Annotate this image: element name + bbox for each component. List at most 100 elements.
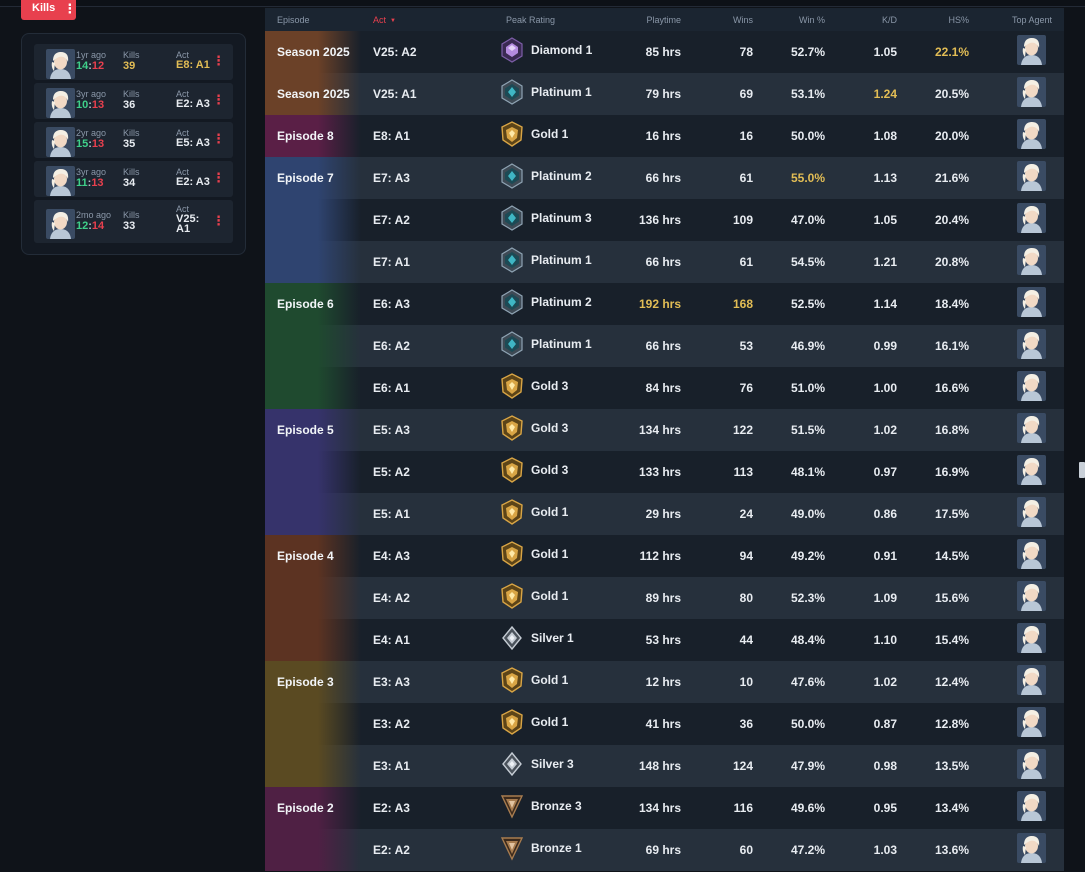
page-scrollbar-thumb[interactable] (1079, 462, 1085, 478)
table-row[interactable]: Season 2025 V25: A2 Diamond 1 85 hrs 78 52.7%… (265, 31, 1064, 73)
header-wins[interactable]: Wins (693, 8, 765, 31)
kills-filter-button[interactable]: Kills ⋮ (21, 0, 76, 20)
agent-portrait-icon[interactable] (1017, 413, 1046, 443)
recent-match-row[interactable]: 1yr ago 14:12 Kills 39 Act E8: A1 ⋮ (34, 44, 233, 80)
table-row[interactable]: E4: A1 Silver 1 53 hrs 44 48.4% 1.10 15.4% (265, 619, 1064, 661)
act-cell: E6: A3 (361, 283, 494, 325)
table-row[interactable]: E5: A2 Gold 3 133 hrs 113 48.1% 0.97 16.9% (265, 451, 1064, 493)
agent-portrait-icon[interactable] (1017, 371, 1046, 401)
top-agent-cell (981, 619, 1064, 661)
agent-portrait-icon[interactable] (1017, 203, 1046, 233)
agent-portrait-icon[interactable] (1017, 749, 1046, 779)
rank-badge-icon (500, 373, 524, 399)
kd-cell: 1.03 (837, 829, 909, 871)
agent-portrait-icon[interactable] (1017, 329, 1046, 359)
kebab-menu-icon[interactable]: ⋮ (212, 93, 225, 106)
header-win-pct[interactable]: Win % (765, 8, 837, 31)
header-peak-rating[interactable]: Peak Rating (494, 8, 606, 31)
agent-portrait-icon[interactable] (1017, 581, 1046, 611)
top-agent-cell (981, 157, 1064, 199)
table-row[interactable]: E2: A2 Bronze 1 69 hrs 60 47.2% 1.03 13.6% (265, 829, 1064, 871)
table-row[interactable]: E3: A2 Gold 1 41 hrs 36 50.0% 0.87 12.8% (265, 703, 1064, 745)
rank-name: Gold 3 (531, 463, 569, 477)
kd-cell: 1.05 (837, 199, 909, 241)
header-episode[interactable]: Episode (265, 8, 361, 31)
table-row[interactable]: Season 2025 V25: A1 Platinum 1 79 hrs 69 53.1… (265, 73, 1064, 115)
header-act[interactable]: Act ▼ (361, 8, 494, 31)
playtime-cell: 89 hrs (606, 577, 693, 619)
recent-match-row[interactable]: 3yr ago 10:13 Kills 36 Act E2: A3 ⋮ (34, 83, 233, 119)
table-row[interactable]: Episode 6 E6: A3 Platinum 2 192 hrs 168 52.5%… (265, 283, 1064, 325)
table-row[interactable]: E7: A2 Platinum 3 136 hrs 109 47.0% 1.05 20.4% (265, 199, 1064, 241)
playtime-cell: 136 hrs (606, 199, 693, 241)
recent-match-row[interactable]: 3yr ago 11:13 Kills 34 Act E2: A3 ⋮ (34, 161, 233, 197)
win-pct-cell: 53.1% (765, 73, 837, 115)
agent-portrait-icon[interactable] (1017, 833, 1046, 863)
rank-badge-icon (500, 289, 524, 315)
table-row[interactable]: E4: A2 Gold 1 89 hrs 80 52.3% 1.09 15.6% (265, 577, 1064, 619)
agent-portrait-icon[interactable] (1017, 539, 1046, 569)
header-kd[interactable]: K/D (837, 8, 909, 31)
agent-portrait-icon[interactable] (1017, 791, 1046, 821)
agent-portrait-icon[interactable] (1017, 707, 1046, 737)
rank-name: Platinum 2 (531, 169, 592, 183)
agent-portrait-icon[interactable] (1017, 35, 1046, 65)
agent-portrait-icon[interactable] (1017, 455, 1046, 485)
table-row[interactable]: E7: A1 Platinum 1 66 hrs 61 54.5% 1.21 20.8% (265, 241, 1064, 283)
peak-rating-cell: Platinum 3 (494, 199, 606, 241)
playtime-cell: 148 hrs (606, 745, 693, 787)
header-hs-pct[interactable]: HS% (909, 8, 981, 31)
wins-cell: 116 (693, 787, 765, 829)
kd-cell: 0.98 (837, 745, 909, 787)
kills-value: 35 (123, 138, 136, 150)
rank-name: Platinum 3 (531, 211, 592, 225)
kebab-menu-icon[interactable]: ⋮ (212, 214, 225, 227)
peak-rating-cell: Gold 1 (494, 535, 606, 577)
table-row[interactable]: Episode 3 E3: A3 Gold 1 12 hrs 10 47.6% 1.02 12… (265, 661, 1064, 703)
peak-rating-cell: Gold 1 (494, 703, 606, 745)
table-scrollbar-track[interactable] (1064, 8, 1071, 872)
table-row[interactable]: Episode 7 E7: A3 Platinum 2 66 hrs 61 55.0% 1.… (265, 157, 1064, 199)
agent-portrait-icon[interactable] (1017, 623, 1046, 653)
episode-cell (265, 199, 361, 241)
hs-pct-cell: 16.1% (909, 325, 981, 367)
recent-match-row[interactable]: 2mo ago 12:14 Kills 33 Act V25: A1 ⋮ (34, 200, 233, 243)
table-row[interactable]: E3: A1 Silver 3 148 hrs 124 47.9% 0.98 13.5% (265, 745, 1064, 787)
hs-pct-cell: 13.6% (909, 829, 981, 871)
kd-cell: 0.97 (837, 451, 909, 493)
table-row[interactable]: Episode 8 E8: A1 Gold 1 16 hrs 16 50.0% 1.08 20… (265, 115, 1064, 157)
table-row[interactable]: Episode 2 E2: A3 Bronze 3 134 hrs 116 49.6% 0.… (265, 787, 1064, 829)
agent-portrait-icon[interactable] (1017, 119, 1046, 149)
act-cell: E2: A2 (361, 829, 494, 871)
header-top-agent[interactable]: Top Agent (981, 8, 1064, 31)
rank-badge-icon (500, 667, 524, 693)
agent-portrait-icon[interactable] (1017, 77, 1046, 107)
act-cell: E4: A1 (361, 619, 494, 661)
episode-cell (265, 451, 361, 493)
win-pct-cell: 54.5% (765, 241, 837, 283)
kebab-menu-icon[interactable]: ⋮ (212, 171, 225, 184)
table-row[interactable]: Episode 5 E5: A3 Gold 3 134 hrs 122 51.5% 1.02… (265, 409, 1064, 451)
table-row[interactable]: Episode 4 E4: A3 Gold 1 112 hrs 94 49.2% 0.91 1… (265, 535, 1064, 577)
table-row[interactable]: E6: A1 Gold 3 84 hrs 76 51.0% 1.00 16.6% (265, 367, 1064, 409)
kebab-menu-icon[interactable]: ⋮ (212, 132, 225, 145)
top-agent-cell (981, 451, 1064, 493)
agent-portrait-icon[interactable] (1017, 665, 1046, 695)
recent-match-row[interactable]: 2yr ago 15:13 Kills 35 Act E5: A3 ⋮ (34, 122, 233, 158)
table-row[interactable]: E5: A1 Gold 1 29 hrs 24 49.0% 0.86 17.5% (265, 493, 1064, 535)
peak-rating-cell: Gold 1 (494, 493, 606, 535)
agent-portrait-icon[interactable] (1017, 161, 1046, 191)
kebab-menu-icon[interactable]: ⋮ (63, 2, 76, 15)
rank-name: Platinum 1 (531, 85, 592, 99)
table-row[interactable]: E6: A2 Platinum 1 66 hrs 53 46.9% 0.99 16.1% (265, 325, 1064, 367)
header-playtime[interactable]: Playtime (606, 8, 693, 31)
hs-pct-cell: 14.5% (909, 535, 981, 577)
top-agent-cell (981, 241, 1064, 283)
agent-portrait-icon[interactable] (1017, 245, 1046, 275)
kebab-menu-icon[interactable]: ⋮ (212, 54, 225, 67)
agent-portrait-icon[interactable] (1017, 497, 1046, 527)
rank-badge-icon (500, 793, 524, 819)
kd-cell: 0.99 (837, 325, 909, 367)
agent-portrait-icon[interactable] (1017, 287, 1046, 317)
episode-cell: Episode 7 (265, 157, 361, 199)
